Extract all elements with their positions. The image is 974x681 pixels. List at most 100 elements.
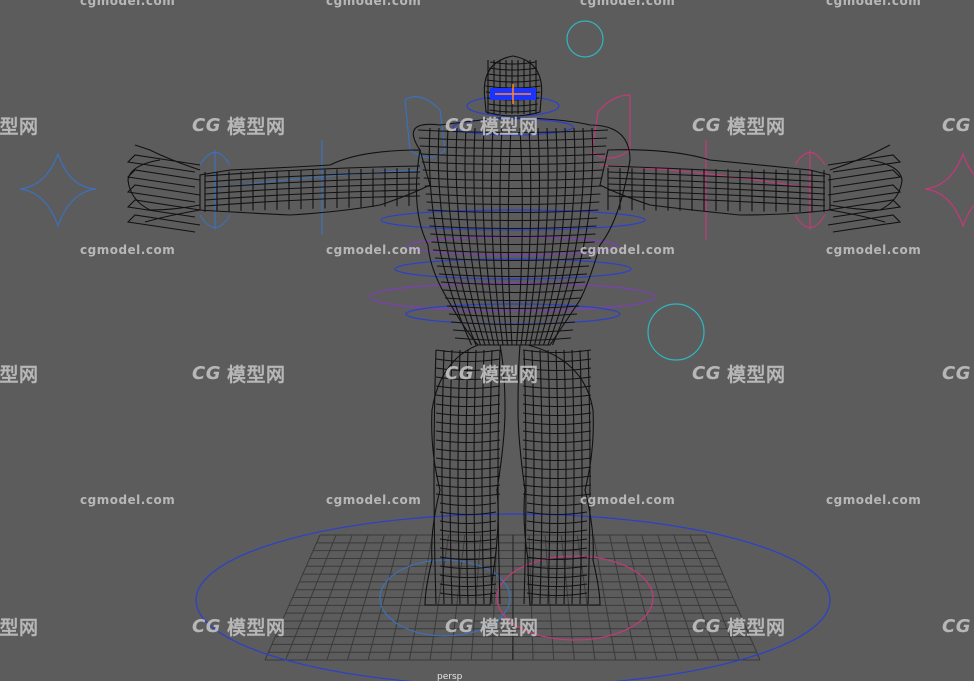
mesh-edge	[487, 73, 539, 77]
watermark-logo-text: 模型网	[226, 364, 286, 386]
mesh-edge	[827, 184, 902, 203]
watermark-logo: CG模型网	[192, 360, 286, 387]
watermark-logo: CG模型网	[192, 613, 286, 640]
mesh-edge	[424, 185, 602, 190]
mesh-edge	[526, 529, 588, 534]
mesh-edge	[522, 475, 592, 480]
watermark-logo-mark: CG	[942, 363, 971, 384]
mesh-edge	[522, 439, 592, 444]
watermark-logo-mark: CG	[692, 115, 721, 136]
watermark-logo: CG模型网	[192, 112, 286, 139]
left-shoulder-control[interactable]	[404, 96, 446, 159]
watermark-logo-text: 模型网	[0, 364, 39, 386]
mesh-edge	[827, 199, 902, 218]
watermark-logo-text: 模型网	[226, 617, 286, 639]
watermark-url: cgmodel.com	[326, 493, 422, 507]
watermark-logo-text: 模型网	[0, 617, 39, 639]
watermark-logo-mark: CG	[445, 363, 474, 384]
watermark-url: cgmodel.com	[580, 0, 676, 8]
mesh-edge	[432, 249, 594, 254]
watermark-url: cgmodel.com	[80, 0, 176, 8]
mesh-edge	[439, 574, 497, 579]
mesh-edges	[126, 59, 902, 605]
pole-vector-control-top[interactable]	[566, 20, 604, 58]
watermark-logo-mark: CG	[692, 363, 721, 384]
ground-grid	[264, 534, 761, 661]
watermark-logo-text: 模型网	[726, 364, 786, 386]
right-hand-mesh	[829, 144, 903, 223]
watermark-logo: CG模型网	[0, 360, 39, 387]
maya-perspective-viewport[interactable]: cgmodel.com cgmodel.com cgmodel.com cgmodel…	[0, 0, 974, 681]
mesh-edge	[827, 214, 902, 233]
watermark-logo-mark: CG	[692, 616, 721, 637]
mesh-edge	[439, 502, 497, 507]
watermark-logo: CG模型网	[942, 613, 974, 640]
watermark-url: cgmodel.com	[80, 493, 176, 507]
watermark-logo-text: 模型网	[726, 116, 786, 138]
mesh-edge	[439, 529, 497, 534]
mesh-edge	[522, 466, 592, 471]
mesh-edge	[439, 520, 497, 525]
watermark-logo: CG模型网	[445, 360, 539, 387]
watermark-logo-text: 模型网	[226, 116, 286, 138]
left-hand-mesh	[127, 144, 201, 223]
watermark-url: cgmodel.com	[80, 243, 176, 257]
left-arm-mesh	[199, 149, 431, 216]
mesh-edge	[438, 273, 588, 278]
watermark-logo-text: 模型网	[479, 116, 539, 138]
watermark-logo: CG模型网	[692, 360, 786, 387]
mesh-edge	[522, 448, 592, 453]
mesh-edge	[421, 161, 605, 166]
mesh-edge	[551, 127, 594, 346]
watermark-logo: CG模型网	[0, 112, 39, 139]
mesh-edge	[431, 241, 595, 246]
mesh-edge	[430, 233, 596, 238]
mesh-edge	[126, 154, 201, 173]
watermark-logo-text: 模型网	[479, 617, 539, 639]
watermark-logo-mark: CG	[192, 616, 221, 637]
watermark-logo-mark: CG	[445, 616, 474, 637]
camera-label: persp	[437, 672, 463, 681]
mesh-edge	[420, 153, 606, 158]
watermark-url: cgmodel.com	[326, 243, 422, 257]
watermark-logo: CG模型网	[942, 112, 974, 139]
watermark-logo-text: 模型网	[479, 364, 539, 386]
watermark-logo: CG模型网	[0, 613, 39, 640]
right-hand-ik-control[interactable]	[924, 152, 974, 228]
watermark-logo: CG模型网	[692, 613, 786, 640]
left-hand-ik-control[interactable]	[19, 152, 97, 228]
hip-control[interactable]	[369, 282, 657, 312]
mesh-edge	[126, 184, 201, 203]
watermark-logo-text: 模型网	[726, 617, 786, 639]
watermark-logo-text: 模型网	[0, 116, 39, 138]
pole-vector-control-mid[interactable]	[647, 303, 705, 361]
right-shoulder-control[interactable]	[591, 94, 631, 159]
watermark-logo: CG模型网	[445, 112, 539, 139]
watermark-logo-mark: CG	[445, 115, 474, 136]
watermark-url: cgmodel.com	[826, 243, 922, 257]
mesh-edge	[526, 592, 588, 597]
mesh-edge	[526, 502, 588, 507]
watermark-logo-mark: CG	[942, 616, 971, 637]
pelvis-control[interactable]	[405, 303, 621, 325]
mesh-edge	[522, 430, 592, 435]
watermark-logo: CG模型网	[445, 613, 539, 640]
mesh-edge	[437, 127, 477, 346]
mesh-edge	[126, 169, 201, 188]
watermark-logo-mark: CG	[942, 115, 971, 136]
watermark-url: cgmodel.com	[826, 0, 922, 8]
watermark-url: cgmodel.com	[580, 493, 676, 507]
watermark-logo-mark: CG	[192, 363, 221, 384]
watermark-logo: CG模型网	[942, 360, 974, 387]
mesh-edge	[522, 457, 592, 462]
scene-canvas[interactable]	[0, 0, 974, 681]
watermark-logo: CG模型网	[692, 112, 786, 139]
watermark-url: cgmodel.com	[580, 243, 676, 257]
mesh-edge	[526, 520, 588, 525]
mesh-edge	[522, 349, 592, 354]
mesh-edge	[423, 177, 603, 182]
watermark-logo-mark: CG	[192, 115, 221, 136]
watermark-url: cgmodel.com	[326, 0, 422, 8]
mesh-edge	[446, 305, 580, 310]
mesh-edge	[522, 484, 592, 489]
